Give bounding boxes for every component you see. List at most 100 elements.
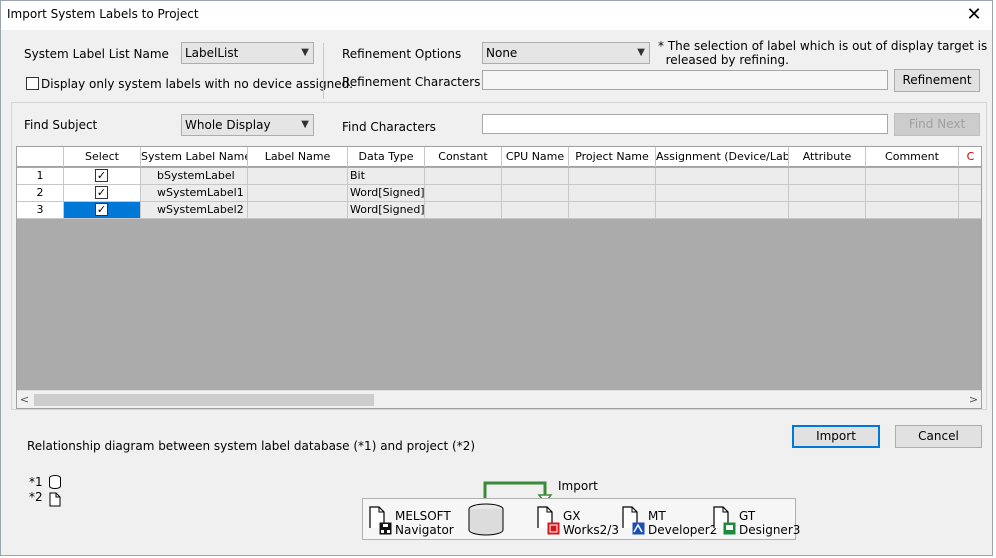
relationship-diagram: MELSOFT Navigator GX Works2/3 MT Develop…	[362, 498, 800, 540]
empty-cell[interactable]	[959, 202, 981, 219]
gx-works-icon	[547, 522, 560, 535]
diagram-item-navigator-line2: Navigator	[395, 523, 454, 537]
diagram-item-navigator-line1: MELSOFT	[395, 509, 451, 523]
chevron-down-icon: ▼	[637, 47, 645, 58]
empty-cell[interactable]	[502, 185, 569, 202]
num-cell[interactable]: 3	[17, 202, 64, 219]
header-cpu-name[interactable]: CPU Name	[502, 147, 569, 167]
horizontal-scrollbar[interactable]: < >	[17, 390, 981, 408]
select-cell[interactable]: ✓	[64, 168, 141, 185]
chevron-down-icon: ▼	[301, 119, 309, 130]
diagram-item-mt-line2: Developer2	[648, 523, 718, 537]
empty-cell[interactable]	[866, 185, 959, 202]
find-subject-label: Find Subject	[24, 118, 98, 132]
empty-cell[interactable]	[569, 202, 656, 219]
header-constant[interactable]: Constant	[425, 147, 502, 167]
select-checkbox[interactable]: ✓	[95, 169, 108, 182]
legend-project-label: *2	[29, 490, 43, 504]
select-cell[interactable]: ✓	[64, 202, 141, 219]
scroll-left-icon[interactable]: <	[17, 392, 32, 408]
header-project-name[interactable]: Project Name	[569, 147, 656, 167]
refinement-button[interactable]: Refinement	[894, 69, 980, 92]
select-checkbox[interactable]: ✓	[95, 203, 108, 216]
label-cell[interactable]	[248, 168, 348, 185]
header-assignment[interactable]: Assignment (Device/Label)	[656, 147, 789, 167]
import-arrow-label: Import	[558, 479, 598, 493]
header-comment[interactable]: Comment	[866, 147, 959, 167]
empty-cell[interactable]	[656, 202, 789, 219]
no-device-checkbox-label: Display only system labels with no devic…	[41, 77, 354, 91]
find-subject-select[interactable]: Whole Display ▼	[181, 114, 314, 136]
mt-developer-icon	[632, 522, 645, 535]
empty-cell[interactable]	[502, 168, 569, 185]
system-label-table: Select System Label Name Label Name Data…	[16, 146, 982, 409]
no-device-checkbox[interactable]	[26, 77, 39, 90]
import-button[interactable]: Import	[792, 425, 880, 448]
header-select[interactable]: Select	[64, 147, 141, 167]
header-system-label-name[interactable]: System Label Name	[141, 147, 248, 167]
project-file-icon	[49, 492, 61, 507]
empty-cell[interactable]	[425, 185, 502, 202]
diagram-item-gt-line2: Designer3	[739, 523, 801, 537]
database-icon	[49, 475, 61, 489]
refinement-characters-input[interactable]	[482, 70, 888, 90]
system-label-cell[interactable]: wSystemLabel1	[141, 185, 248, 202]
table-row[interactable]: 1 ✓ bSystemLabel Bit	[17, 168, 981, 185]
system-label-cell[interactable]: wSystemLabel2	[141, 202, 248, 219]
empty-cell[interactable]	[502, 202, 569, 219]
refinement-note: * The selection of label which is out of…	[658, 39, 988, 67]
chevron-down-icon: ▼	[301, 47, 309, 58]
empty-cell[interactable]	[789, 185, 866, 202]
diagram-item-mt-line1: MT	[648, 509, 666, 523]
empty-cell[interactable]	[656, 185, 789, 202]
find-next-button[interactable]: Find Next	[894, 113, 980, 136]
import-system-labels-dialog: Import System Labels to Project ✕ System…	[0, 0, 993, 556]
scroll-thumb[interactable]	[34, 394, 374, 406]
relationship-caption: Relationship diagram between system labe…	[27, 439, 476, 453]
data-type-cell[interactable]: Word[Signed]	[348, 185, 425, 202]
system-label-list-name-label: System Label List Name	[24, 47, 169, 61]
empty-cell[interactable]	[959, 185, 981, 202]
empty-cell[interactable]	[959, 168, 981, 185]
empty-cell[interactable]	[569, 168, 656, 185]
title-bar: Import System Labels to Project ✕	[1, 1, 992, 30]
data-type-cell[interactable]: Word[Signed]	[348, 202, 425, 219]
diagram-item-gx-line2: Works2/3	[563, 523, 619, 537]
empty-cell[interactable]	[656, 168, 789, 185]
refinement-options-select[interactable]: None ▼	[482, 42, 650, 64]
system-label-cell[interactable]: bSystemLabel	[141, 168, 248, 185]
label-cell[interactable]	[248, 185, 348, 202]
data-type-cell[interactable]: Bit	[348, 168, 425, 185]
empty-cell[interactable]	[425, 202, 502, 219]
header-extra[interactable]: C	[959, 147, 981, 167]
label-cell[interactable]	[248, 202, 348, 219]
empty-cell[interactable]	[425, 168, 502, 185]
select-checkbox[interactable]: ✓	[95, 186, 108, 199]
empty-cell[interactable]	[789, 202, 866, 219]
cancel-button[interactable]: Cancel	[895, 425, 982, 448]
find-characters-input[interactable]	[482, 114, 888, 134]
header-attribute[interactable]: Attribute	[789, 147, 866, 167]
scroll-right-icon[interactable]: >	[966, 392, 981, 408]
table-row[interactable]: 3 ✓ wSystemLabel2 Word[Signed]	[17, 202, 981, 219]
refinement-options-value: None	[486, 46, 518, 60]
num-cell[interactable]: 2	[17, 185, 64, 202]
header-data-type[interactable]: Data Type	[348, 147, 425, 167]
num-cell[interactable]: 1	[17, 168, 64, 185]
header-label-name[interactable]: Label Name	[248, 147, 348, 167]
refinement-characters-label: Refinement Characters	[342, 75, 481, 89]
find-characters-label: Find Characters	[342, 120, 436, 134]
find-subject-value: Whole Display	[185, 118, 271, 132]
close-icon[interactable]: ✕	[962, 4, 986, 26]
diagram-item-gt-line1: GT	[739, 509, 756, 523]
system-label-list-name-select[interactable]: LabelList ▼	[181, 42, 314, 64]
table-header: Select System Label Name Label Name Data…	[17, 147, 981, 167]
empty-cell[interactable]	[569, 185, 656, 202]
section-divider	[323, 43, 324, 99]
empty-cell[interactable]	[789, 168, 866, 185]
empty-cell[interactable]	[866, 168, 959, 185]
select-cell[interactable]: ✓	[64, 185, 141, 202]
table-row[interactable]: 2 ✓ wSystemLabel1 Word[Signed]	[17, 185, 981, 202]
empty-cell[interactable]	[866, 202, 959, 219]
header-rownum	[17, 147, 64, 167]
